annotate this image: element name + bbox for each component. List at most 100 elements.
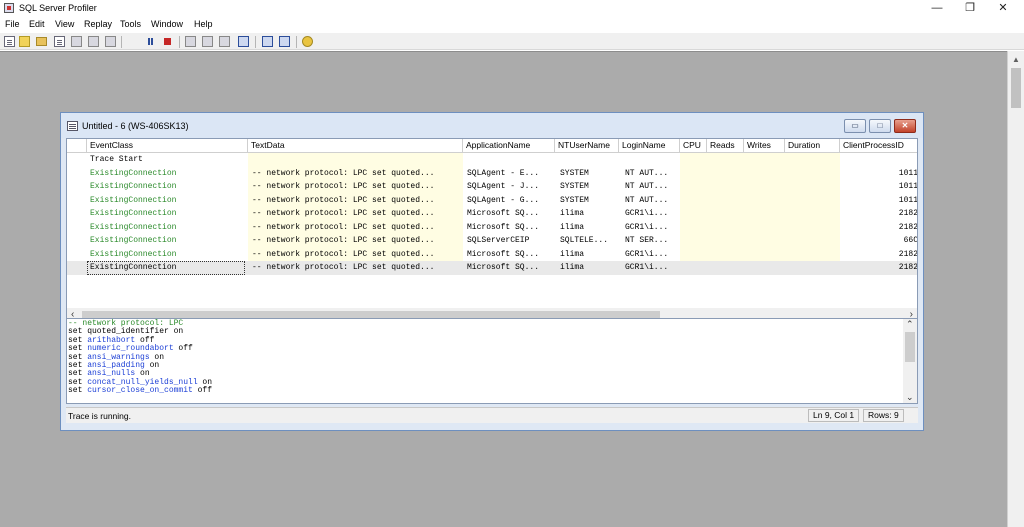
open-icon[interactable] bbox=[36, 37, 47, 46]
cell-loginname: NT AUT... bbox=[625, 168, 669, 178]
cell-clientprocessid: 1011 bbox=[898, 182, 918, 191]
cell-applicationname: Microsoft SQ... bbox=[467, 263, 540, 272]
cell-applicationname: Microsoft SQ... bbox=[467, 249, 540, 259]
cell-textdata: -- network protocol: LPC set quoted... bbox=[252, 236, 435, 245]
scrollbar-thumb[interactable] bbox=[1011, 68, 1021, 108]
scroll-down-arrow-icon[interactable]: ⌄ bbox=[906, 392, 914, 403]
table-row[interactable]: ExistingConnection -- network protocol: … bbox=[67, 234, 918, 248]
trace-close-button[interactable]: ✕ bbox=[894, 119, 916, 133]
cell-eventclass: ExistingConnection bbox=[90, 195, 177, 205]
grid-header-corner bbox=[67, 139, 87, 153]
table-row[interactable]: ExistingConnection -- network protocol: … bbox=[67, 221, 918, 235]
cell-textdata bbox=[248, 153, 460, 167]
cell-eventclass: ExistingConnection bbox=[90, 236, 177, 245]
scrollbar-thumb[interactable] bbox=[905, 332, 915, 362]
column-header-reads[interactable]: Reads bbox=[707, 139, 744, 153]
table-row-selected[interactable]: ExistingConnection -- network protocol: … bbox=[67, 261, 918, 275]
save-icon[interactable] bbox=[54, 36, 65, 47]
trace-minimize-button[interactable]: ▭ bbox=[844, 119, 866, 133]
column-header-textdata[interactable]: TextData bbox=[248, 139, 463, 153]
column-header-writes[interactable]: Writes bbox=[744, 139, 785, 153]
toolbar-separator bbox=[179, 36, 180, 48]
scroll-up-arrow-icon[interactable]: ▲ bbox=[1012, 55, 1020, 64]
cell-applicationname: Microsoft SQ... bbox=[467, 209, 540, 218]
trace-maximize-button[interactable]: □ bbox=[869, 119, 891, 133]
table-row[interactable]: ExistingConnection -- network protocol: … bbox=[67, 180, 918, 194]
table-row[interactable]: ExistingConnection -- network protocol: … bbox=[67, 194, 917, 208]
clear-icon[interactable] bbox=[105, 36, 116, 47]
column-filter-icon[interactable] bbox=[185, 36, 196, 47]
menu-file[interactable]: File bbox=[5, 19, 20, 29]
grid-header: EventClass TextData ApplicationName NTUs… bbox=[67, 139, 917, 153]
cell-loginname: NT AUT... bbox=[625, 182, 669, 191]
trace-window-icon bbox=[67, 121, 78, 131]
cell-applicationname: Microsoft SQ... bbox=[467, 222, 540, 232]
stop-icon[interactable] bbox=[162, 36, 173, 47]
row-count: Rows: 9 bbox=[863, 409, 904, 422]
cell-ntusername: SQLTELE... bbox=[560, 236, 609, 245]
column-header-eventclass[interactable]: EventClass bbox=[87, 139, 248, 153]
cell-clientprocessid: 2182 bbox=[898, 222, 918, 232]
cell-ntusername bbox=[557, 153, 619, 167]
status-bar: Trace is running. Ln 9, Col 1 Rows: 9 bbox=[66, 407, 918, 423]
performance-monitor-icon[interactable] bbox=[279, 36, 290, 47]
column-header-duration[interactable]: Duration bbox=[785, 139, 840, 153]
help-icon[interactable] bbox=[302, 36, 313, 47]
cell-loginname bbox=[622, 153, 679, 167]
cell-eventclass: ExistingConnection bbox=[90, 182, 177, 191]
pause-icon[interactable] bbox=[145, 36, 156, 47]
minimize-button[interactable]: — bbox=[922, 0, 952, 17]
table-row[interactable]: ExistingConnection -- network protocol: … bbox=[67, 248, 917, 262]
new-trace-icon[interactable] bbox=[4, 36, 15, 47]
trace-window-title-bar: Untitled - 6 (WS-406SK13) ▭ □ ✕ bbox=[61, 113, 923, 138]
cell-textdata: -- network protocol: LPC set quoted... bbox=[252, 263, 435, 272]
close-button[interactable]: ✕ bbox=[988, 0, 1018, 17]
auto-scroll-icon[interactable] bbox=[238, 36, 249, 47]
scroll-up-arrow-icon[interactable]: ⌃ bbox=[906, 319, 914, 330]
textpane-vertical-scrollbar[interactable]: ⌃ ⌄ bbox=[903, 319, 917, 403]
column-header-clientprocessid[interactable]: ClientProcessID bbox=[840, 139, 917, 153]
app-title: SQL Server Profiler bbox=[19, 3, 97, 13]
column-header-applicationname[interactable]: ApplicationName bbox=[463, 139, 555, 153]
cell-loginname: GCR1\i... bbox=[625, 209, 669, 218]
cell-applicationname: SQLServerCEIP bbox=[467, 236, 530, 245]
menu-replay[interactable]: Replay bbox=[84, 19, 112, 29]
workspace-vertical-scrollbar[interactable]: ▲ bbox=[1007, 51, 1024, 527]
toolbar-separator bbox=[255, 36, 256, 48]
cell-clientprocessid: 2182 bbox=[898, 263, 918, 272]
column-header-cpu[interactable]: CPU bbox=[680, 139, 707, 153]
restore-button[interactable]: ❐ bbox=[955, 0, 985, 17]
cell-clientprocessid: 2182 bbox=[898, 209, 918, 218]
trace-event-grid: EventClass TextData ApplicationName NTUs… bbox=[66, 138, 918, 324]
start-icon[interactable] bbox=[128, 36, 139, 47]
table-row[interactable]: Trace Start bbox=[67, 153, 917, 167]
cell-ntusername: ilima bbox=[560, 209, 585, 218]
menu-edit[interactable]: Edit bbox=[29, 19, 45, 29]
activity-monitor-icon[interactable] bbox=[262, 36, 273, 47]
menu-window[interactable]: Window bbox=[151, 19, 183, 29]
table-row[interactable]: ExistingConnection -- network protocol: … bbox=[67, 207, 918, 221]
menu-view[interactable]: View bbox=[55, 19, 74, 29]
cell-clientprocessid bbox=[842, 153, 917, 167]
cell-loginname: NT AUT... bbox=[625, 195, 669, 205]
cell-eventclass: ExistingConnection bbox=[90, 222, 177, 232]
new-template-icon[interactable] bbox=[19, 36, 30, 47]
ungroup-icon[interactable] bbox=[219, 36, 230, 47]
status-message: Trace is running. bbox=[68, 411, 131, 421]
menu-tools[interactable]: Tools bbox=[120, 19, 141, 29]
cell-textdata: -- network protocol: LPC set quoted... bbox=[252, 168, 435, 178]
textdata-detail-pane[interactable]: -- network protocol: LPC set quoted_iden… bbox=[66, 318, 918, 404]
cell-eventclass: ExistingConnection bbox=[90, 209, 177, 218]
toolbar bbox=[0, 33, 1024, 50]
properties-icon[interactable] bbox=[71, 36, 82, 47]
cell-clientprocessid: 66C bbox=[903, 236, 918, 245]
cell-eventclass: ExistingConnection bbox=[90, 249, 177, 259]
column-header-loginname[interactable]: LoginName bbox=[619, 139, 680, 153]
column-header-ntusername[interactable]: NTUserName bbox=[555, 139, 619, 153]
menu-help[interactable]: Help bbox=[194, 19, 213, 29]
group-icon[interactable] bbox=[202, 36, 213, 47]
code-line: set cursor_close_on_commit off bbox=[68, 386, 213, 396]
find-icon[interactable] bbox=[88, 36, 99, 47]
cell-eventclass: Trace Start bbox=[90, 155, 143, 164]
table-row[interactable]: ExistingConnection -- network protocol: … bbox=[67, 167, 917, 181]
